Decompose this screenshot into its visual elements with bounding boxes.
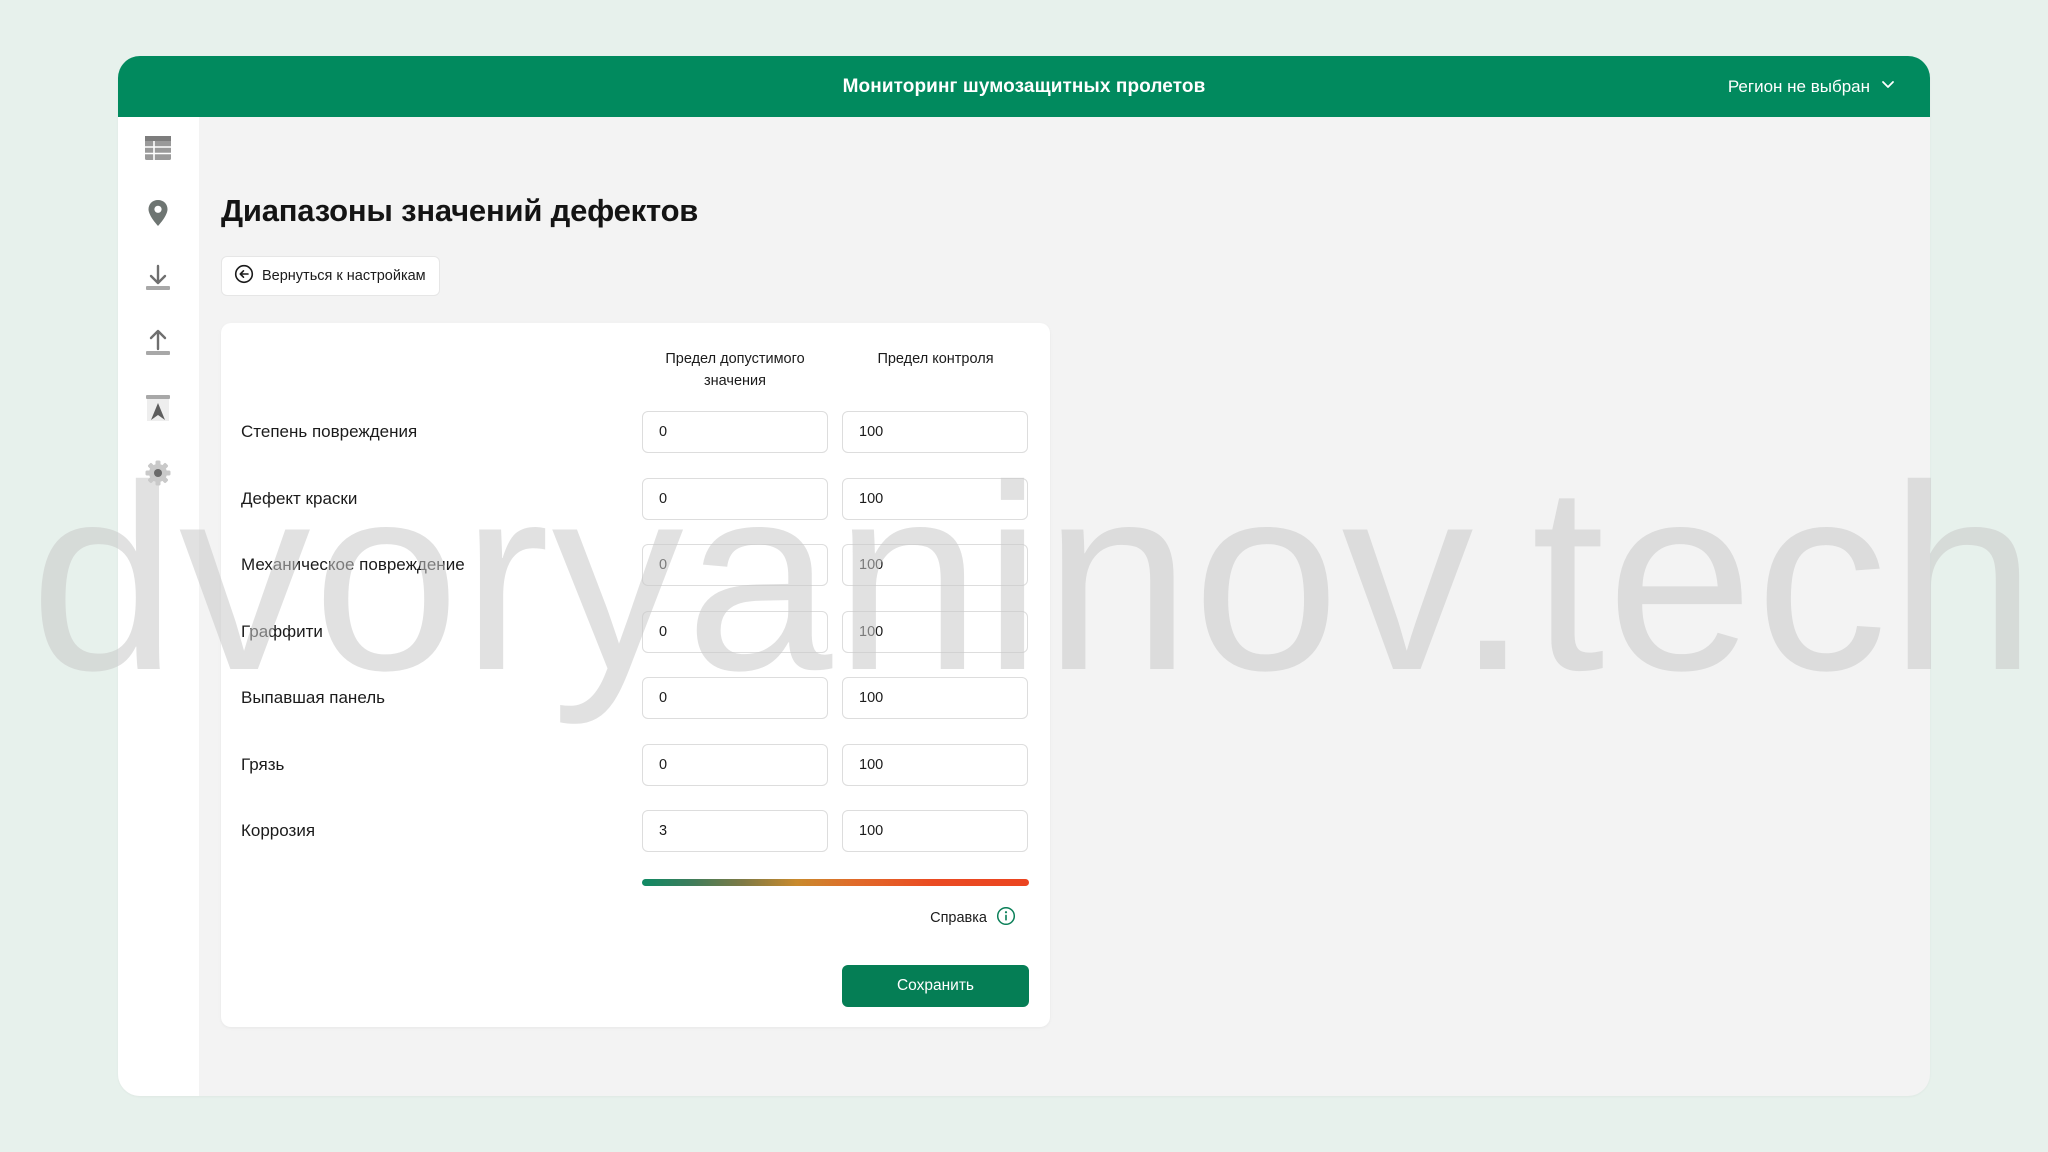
region-select[interactable]: Регион не выбран [1728,56,1896,117]
sidebar-item-settings[interactable] [140,457,176,493]
page-title: Диапазоны значений дефектов [221,193,699,228]
sidebar-item-upload[interactable] [140,327,176,363]
range-gradient-bar [642,879,1029,886]
help-label: Справка [930,910,987,926]
allowed-limit-input[interactable] [642,478,828,520]
row-label: Дефект краски [241,489,358,508]
control-limit-input[interactable] [842,478,1028,520]
row-label: Степень повреждения [241,422,418,441]
route-icon [143,393,173,428]
control-limit-input[interactable] [842,411,1028,453]
allowed-limit-input[interactable] [642,810,828,852]
allowed-limit-input[interactable] [642,611,828,653]
top-bar: Мониторинг шумозащитных пролетов Регион … [118,56,1930,117]
row-label: Граффити [241,622,323,641]
download-icon [143,263,173,298]
row-label: Выпавшая панель [241,688,385,707]
control-limit-input[interactable] [842,810,1028,852]
control-limit-input[interactable] [842,544,1028,586]
info-icon [996,906,1016,930]
region-select-label: Регион не выбран [1727,76,1870,96]
sidebar-item-map[interactable] [140,197,176,233]
defect-ranges-card: Предел допустимого значения Предел контр… [221,323,1050,1027]
map-pin-icon [143,198,173,233]
allowed-limit-input[interactable] [642,544,828,586]
allowed-limit-input[interactable] [642,744,828,786]
row-label: Коррозия [241,821,316,840]
app-title: Мониторинг шумозащитных пролетов [842,76,1206,97]
control-limit-input[interactable] [842,744,1028,786]
arrow-left-circle-icon [234,264,254,288]
main-content: Диапазоны значений дефектов Вернуться к … [199,117,1930,1096]
sidebar-item-download[interactable] [140,262,176,298]
column-header-control: Предел контроля [877,351,994,367]
upload-icon [143,328,173,363]
help-link[interactable]: Справка [930,906,1016,930]
table-icon [143,133,173,168]
allowed-limit-input[interactable] [642,411,828,453]
allowed-limit-input[interactable] [642,677,828,719]
sidebar-item-route[interactable] [140,392,176,428]
control-limit-input[interactable] [842,611,1028,653]
control-limit-input[interactable] [842,677,1028,719]
gear-icon [143,458,173,493]
sidebar-item-table[interactable] [140,132,176,168]
row-label: Грязь [241,755,285,774]
sidebar [118,117,199,1096]
back-button-label: Вернуться к настройкам [262,268,426,284]
save-button[interactable]: Сохранить [842,965,1029,1007]
chevron-down-icon [1880,76,1896,97]
row-label: Механическое повреждение [241,555,465,574]
back-to-settings-button[interactable]: Вернуться к настройкам [221,256,440,296]
column-header-allowed: Предел допустимого значения [665,351,805,389]
app-window: Мониторинг шумозащитных пролетов Регион … [118,56,1930,1096]
